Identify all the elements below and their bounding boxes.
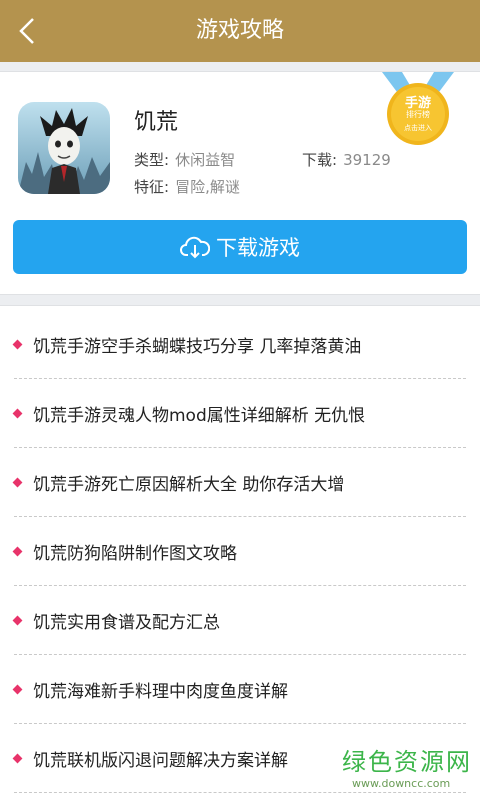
list-item-title: 饥荒海难新手料理中肉度鱼度详解 [33, 682, 288, 702]
list-item[interactable]: 饥荒实用食谱及配方汇总 [12, 587, 466, 655]
download-button-label: 下载游戏 [216, 236, 300, 260]
page-title: 游戏攻略 [195, 18, 284, 43]
cloud-download-icon [180, 236, 210, 259]
diamond-bullet-icon [12, 546, 23, 557]
list-item[interactable]: 饥荒手游灵魂人物mod属性详细解析 无仇恨 [12, 380, 466, 448]
header-bar: 游戏攻略 [0, 0, 480, 62]
game-app-icon[interactable] [18, 102, 110, 194]
rank-medal-icon[interactable]: 手游 排行榜 点击进入 [376, 72, 460, 148]
list-item[interactable]: 饥荒手游空手杀蝴蝶技巧分享 几率掉落黄油 [12, 311, 466, 379]
list-item[interactable]: 饥荒防狗陷阱制作图文攻略 [12, 518, 466, 586]
badge-line3: 点击进入 [404, 124, 432, 132]
list-item-title: 饥荒防狗陷阱制作图文攻略 [33, 544, 237, 564]
feature-value: 冒险,解谜 [175, 178, 240, 196]
game-card: 饥荒 类型: 休闲益智 下载: 39129 特征: 冒险,解谜 手游 排行榜 点击进入… [0, 71, 480, 295]
diamond-bullet-icon [12, 753, 23, 764]
article-list: 饥荒手游空手杀蝴蝶技巧分享 几率掉落黄油 饥荒手游灵魂人物mod属性详细解析 无… [0, 305, 480, 801]
list-item-title: 饥荒实用食谱及配方汇总 [33, 613, 220, 633]
diamond-bullet-icon [12, 339, 23, 350]
diamond-bullet-icon [12, 408, 23, 419]
downloads-label: 下载: [302, 151, 338, 169]
download-game-button[interactable]: 下载游戏 [13, 220, 467, 274]
badge-line2: 排行榜 [406, 110, 430, 119]
game-type: 类型: 休闲益智 [134, 149, 235, 170]
list-item[interactable]: 饥荒手游死亡原因解析大全 助你存活大增 [12, 449, 466, 517]
watermark-logo: 绿色资源网 [342, 748, 472, 776]
diamond-bullet-icon [12, 477, 23, 488]
game-features: 特征: 冒险,解谜 [134, 176, 240, 197]
list-item[interactable]: 饥荒海难新手料理中肉度鱼度详解 [12, 656, 466, 724]
watermark-url: www.downcc.com [352, 777, 451, 790]
downloads-value: 39129 [343, 151, 391, 169]
list-item-title: 饥荒手游空手杀蝴蝶技巧分享 几率掉落黄油 [33, 337, 362, 357]
feature-label: 特征: [134, 178, 170, 196]
type-label: 类型: [134, 151, 170, 169]
list-item-title: 饥荒手游灵魂人物mod属性详细解析 无仇恨 [33, 406, 366, 426]
list-item-title: 饥荒手游死亡原因解析大全 助你存活大增 [33, 475, 345, 495]
diamond-bullet-icon [12, 615, 23, 626]
game-downloads: 下载: 39129 [302, 149, 391, 170]
game-name: 饥荒 [134, 110, 179, 135]
list-item-title: 饥荒联机版闪退问题解决方案详解 [33, 751, 288, 771]
type-value: 休闲益智 [175, 151, 236, 169]
diamond-bullet-icon [12, 684, 23, 695]
